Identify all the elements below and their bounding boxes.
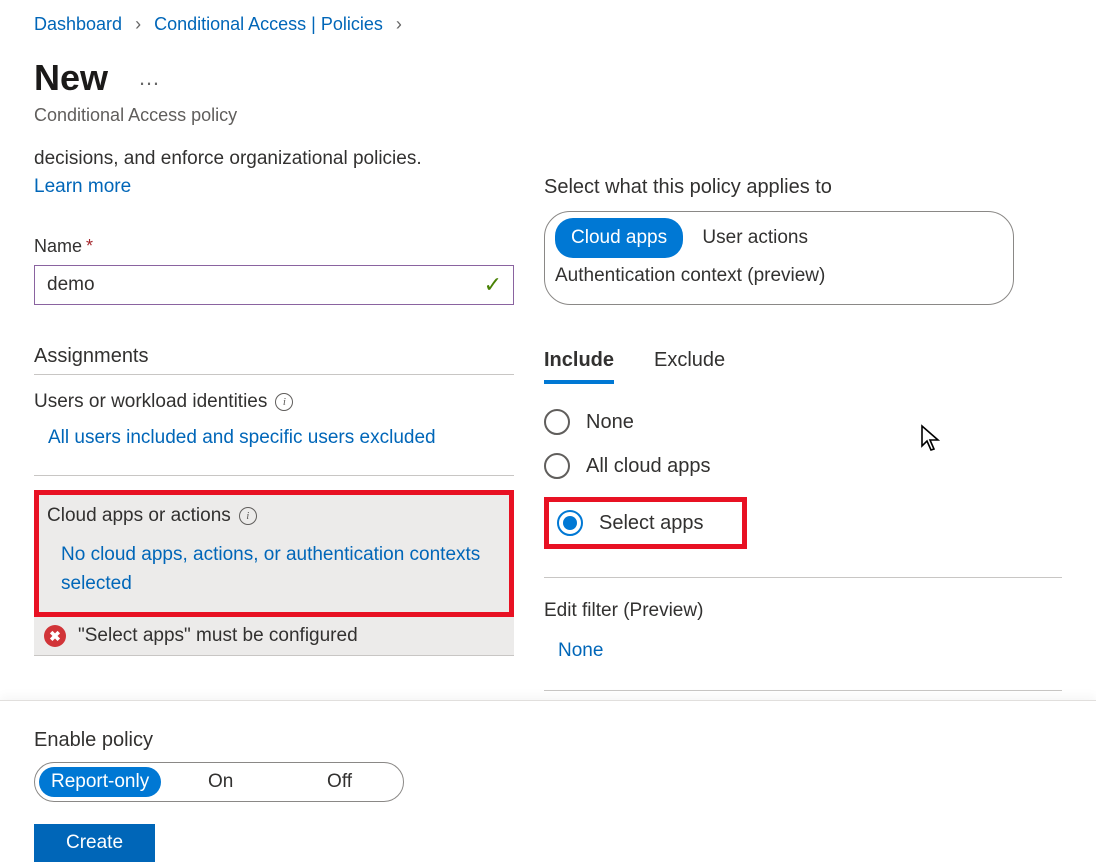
radio-select-label: Select apps xyxy=(599,512,704,535)
seg-auth-context[interactable]: Authentication context (preview) xyxy=(555,265,825,286)
radio-all-label: All cloud apps xyxy=(586,455,711,478)
radio-none-label: None xyxy=(586,411,634,434)
divider xyxy=(544,577,1062,578)
radio-icon xyxy=(544,453,570,479)
error-icon: ✖ xyxy=(44,625,66,647)
info-icon[interactable]: i xyxy=(275,393,293,411)
required-asterisk: * xyxy=(86,236,93,256)
edit-filter-label: Edit filter (Preview) xyxy=(544,600,1062,622)
toggle-off[interactable]: Off xyxy=(280,767,399,797)
enable-policy-toggle: Report-only On Off xyxy=(34,762,404,802)
users-identities-value[interactable]: All users included and specific users ex… xyxy=(34,427,514,449)
page-subtitle: Conditional Access policy xyxy=(34,105,1062,126)
radio-icon xyxy=(557,510,583,536)
tab-exclude[interactable]: Exclude xyxy=(654,349,725,384)
radio-none[interactable]: None xyxy=(544,409,1062,435)
radio-all-cloud-apps[interactable]: All cloud apps xyxy=(544,453,1062,479)
more-icon[interactable]: … xyxy=(138,65,162,91)
name-label: Name* xyxy=(34,236,514,257)
radio-icon xyxy=(544,409,570,435)
chevron-right-icon: › xyxy=(396,14,402,34)
radio-select-apps[interactable]: Select apps xyxy=(544,497,747,549)
tab-include[interactable]: Include xyxy=(544,349,614,384)
breadcrumb-conditional-access[interactable]: Conditional Access | Policies xyxy=(154,14,383,34)
divider xyxy=(544,690,1062,691)
enable-policy-label: Enable policy xyxy=(34,729,1062,752)
assignments-header: Assignments xyxy=(34,345,514,375)
footer: Enable policy Report-only On Off Create xyxy=(0,700,1096,862)
users-identities-label: Users or workload identities xyxy=(34,391,267,413)
seg-user-actions[interactable]: User actions xyxy=(702,227,808,248)
cloud-apps-value[interactable]: No cloud apps, actions, or authenticatio… xyxy=(47,541,497,598)
toggle-report-only[interactable]: Report-only xyxy=(39,767,161,797)
name-input[interactable] xyxy=(34,265,514,305)
breadcrumb: Dashboard › Conditional Access | Policie… xyxy=(34,14,1062,35)
validation-error: ✖ "Select apps" must be configured xyxy=(34,617,514,656)
toggle-on[interactable]: On xyxy=(161,767,280,797)
cloud-apps-block[interactable]: Cloud apps or actions i No cloud apps, a… xyxy=(34,490,514,617)
learn-more-link[interactable]: Learn more xyxy=(34,176,514,198)
cloud-apps-label: Cloud apps or actions xyxy=(47,505,231,527)
page-title: New xyxy=(34,57,108,99)
create-button[interactable]: Create xyxy=(34,824,155,862)
intro-text: decisions, and enforce organizational po… xyxy=(34,148,514,170)
checkmark-icon: ✓ xyxy=(484,272,502,298)
breadcrumb-dashboard[interactable]: Dashboard xyxy=(34,14,122,34)
info-icon[interactable]: i xyxy=(239,507,257,525)
chevron-right-icon: › xyxy=(135,14,141,34)
seg-cloud-apps[interactable]: Cloud apps xyxy=(555,218,683,258)
error-text: "Select apps" must be configured xyxy=(78,625,358,647)
applies-to-label: Select what this policy applies to xyxy=(544,176,1062,199)
edit-filter-value[interactable]: None xyxy=(544,640,1062,662)
applies-to-segmented: Cloud apps User actions Authentication c… xyxy=(544,211,1014,305)
